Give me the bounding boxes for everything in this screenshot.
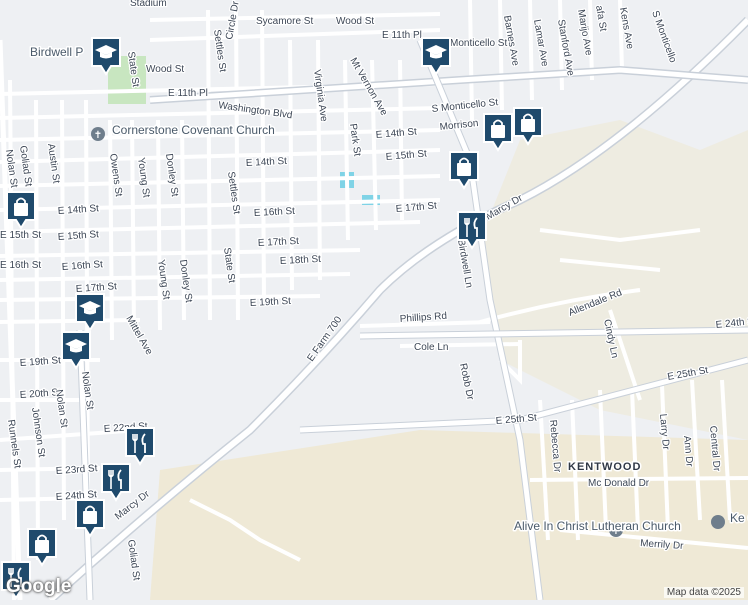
street-label: Young St xyxy=(155,259,172,301)
street-label: Donley St xyxy=(163,153,180,198)
shopping-bag-icon xyxy=(483,113,513,152)
street-label: E 14th St xyxy=(246,156,288,169)
street-label: Stadium xyxy=(130,0,167,9)
school-marker[interactable] xyxy=(90,36,122,76)
shopping-bag-icon xyxy=(6,191,36,230)
street-label: Young St xyxy=(135,157,152,199)
street-label: E 17th St xyxy=(395,200,437,215)
street-label: Monticello St xyxy=(450,38,507,49)
street-label: E 15th St xyxy=(385,148,427,163)
street-label: E 15th St xyxy=(0,230,41,241)
street-label: Wood St xyxy=(146,64,184,75)
restaurant-icon xyxy=(101,463,131,502)
restaurant-icon xyxy=(125,427,155,466)
street-label: E 16th St xyxy=(61,259,103,273)
street-label: E 14th St xyxy=(57,203,99,217)
shopping-bag-marker[interactable] xyxy=(74,498,106,538)
shopping-bag-marker[interactable] xyxy=(448,150,480,190)
restaurant-marker[interactable] xyxy=(124,426,156,466)
street-label: Circle Dr xyxy=(224,0,242,41)
street-label: E 25th St xyxy=(495,412,537,427)
school-marker[interactable] xyxy=(420,36,452,76)
shopping-bag-marker[interactable] xyxy=(512,106,544,146)
street-label: S Monticello xyxy=(649,9,678,64)
map-canvas[interactable]: E 11th Pl E 11th Pl E 14th St E 15th St … xyxy=(0,0,748,604)
street-label: E 14th St xyxy=(375,126,417,141)
street-label: Morrison xyxy=(439,118,479,133)
street-label: E 16th St xyxy=(254,206,296,219)
shopping-bag-icon xyxy=(513,107,543,146)
restaurant-marker[interactable] xyxy=(100,462,132,502)
street-label: E 15th St xyxy=(57,229,99,243)
street-label: Sycamore St xyxy=(256,16,313,27)
street-label: E 16th St xyxy=(0,260,41,271)
street-label: Robb Dr xyxy=(457,362,476,401)
street-label: E 19th St xyxy=(19,355,61,369)
cross-glyph: ✝ xyxy=(94,130,102,141)
sand-area xyxy=(150,430,748,600)
street-label: Stanford Ave xyxy=(555,19,576,78)
street-label: E 19th St xyxy=(250,296,292,309)
street-label: Virginia Ave xyxy=(311,69,329,123)
place-label: Birdwell P xyxy=(30,45,83,59)
street-label: Mc Donald Dr xyxy=(588,478,650,489)
school-place-icon xyxy=(711,515,725,529)
restaurant-icon xyxy=(457,211,487,250)
google-logo: Google xyxy=(6,576,72,597)
street-label: Nolan St xyxy=(53,389,69,429)
school-marker[interactable] xyxy=(74,292,106,332)
street-label: E 11th Pl xyxy=(382,30,422,41)
street-label: Goliad St xyxy=(125,539,142,581)
area-label: KENTWOOD xyxy=(568,461,641,473)
street-label: E 23rd St xyxy=(55,463,98,477)
map-attribution[interactable]: Map data ©2025 xyxy=(663,587,744,598)
place-label: Alive In Christ Lutheran Church xyxy=(514,519,681,533)
street-label: E 17th St xyxy=(258,236,300,249)
street-label: E 18th St xyxy=(280,254,322,267)
street-label: Lamar Ave xyxy=(531,19,550,68)
street-label: Settles St xyxy=(225,171,242,215)
place-label: Ke C xyxy=(730,511,748,525)
shopping-bag-marker[interactable] xyxy=(5,190,37,230)
shopping-bag-icon xyxy=(75,499,105,538)
school-icon xyxy=(61,331,91,370)
street-label: Runnels St xyxy=(5,419,23,469)
shopping-bag-icon xyxy=(449,151,479,190)
school-marker[interactable] xyxy=(60,330,92,370)
street-label: Austin St xyxy=(45,143,61,184)
street-label: Wood St xyxy=(336,16,374,27)
street-label: afa St xyxy=(593,5,608,33)
school-icon xyxy=(421,37,451,76)
street-label: Johnson St xyxy=(29,407,47,458)
restaurant-marker[interactable] xyxy=(456,210,488,250)
school-icon xyxy=(75,293,105,332)
street-label: Cole Ln xyxy=(414,342,448,353)
street-label: Goliad St xyxy=(17,145,34,187)
map-base: E 11th Pl E 11th Pl E 14th St E 15th St … xyxy=(0,0,748,604)
place-label: Cornerstone Covenant Church xyxy=(112,123,275,137)
street-label: E 11th Pl xyxy=(168,88,208,99)
school-icon xyxy=(91,37,121,76)
shopping-bag-marker[interactable] xyxy=(482,112,514,152)
street-label: Washington Blvd xyxy=(218,100,293,121)
